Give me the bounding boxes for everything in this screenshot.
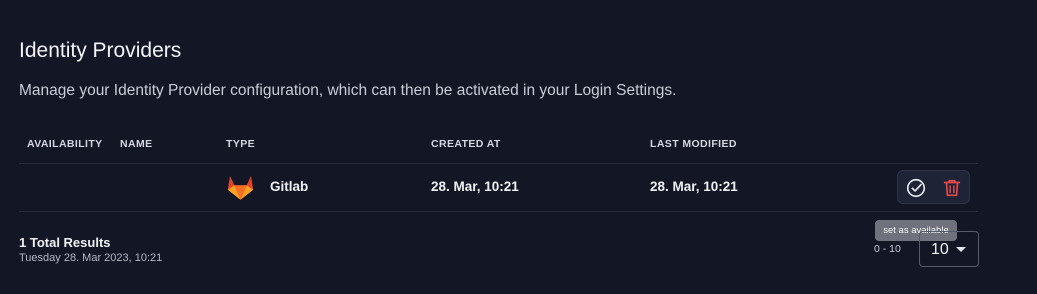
column-header-availability[interactable]: AVAILABILITY: [27, 138, 103, 150]
page-description: Manage your Identity Provider configurat…: [19, 82, 677, 99]
column-header-created-at[interactable]: CREATED AT: [431, 138, 501, 150]
chevron-down-icon: [956, 247, 966, 252]
created-at: 28. Mar, 10:21: [431, 179, 519, 194]
row-actions: [897, 170, 970, 204]
trash-icon[interactable]: [941, 177, 963, 199]
page-size-select[interactable]: 10: [919, 231, 979, 267]
last-modified: 28. Mar, 10:21: [650, 179, 738, 194]
results-timestamp: Tuesday 28. Mar 2023, 10:21: [19, 252, 163, 264]
identity-providers-page: Identity Providers Manage your Identity …: [0, 0, 1037, 294]
table-row-divider: [19, 211, 978, 212]
column-header-last-modified[interactable]: LAST MODIFIED: [650, 138, 737, 150]
total-results: 1 Total Results: [19, 235, 111, 250]
page-title: Identity Providers: [19, 39, 182, 62]
table-header-divider: [19, 163, 978, 164]
pagination-range: 0 - 10: [874, 243, 901, 255]
check-circle-icon[interactable]: [905, 177, 927, 199]
column-header-type[interactable]: TYPE: [226, 138, 255, 150]
provider-type: Gitlab: [270, 179, 309, 194]
gitlab-icon: [227, 176, 254, 200]
column-header-name[interactable]: NAME: [120, 138, 153, 150]
page-size-value: 10: [931, 241, 949, 258]
